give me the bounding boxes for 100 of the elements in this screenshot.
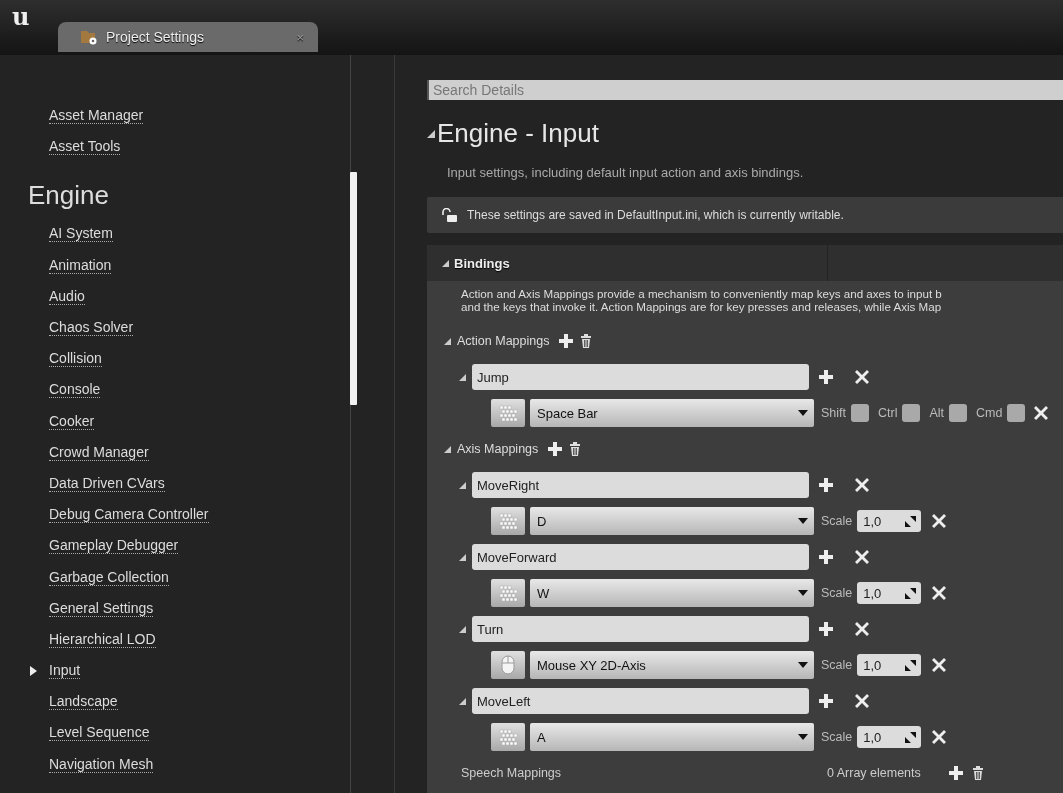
sidebar-link[interactable]: Debug Camera Controller xyxy=(49,506,209,524)
sidebar-link[interactable]: Animation xyxy=(49,256,112,274)
sidebar-link[interactable]: AI System xyxy=(49,225,113,243)
add-icon[interactable] xyxy=(819,370,833,384)
add-icon[interactable] xyxy=(948,766,963,780)
key-dropdown[interactable]: A xyxy=(530,723,814,751)
mapping-name-field[interactable]: MoveForward xyxy=(472,544,809,570)
remove-icon[interactable] xyxy=(932,586,947,600)
expand-icon xyxy=(905,587,917,599)
scrollbar-thumb[interactable] xyxy=(350,172,357,405)
collapse-arrow-icon[interactable] xyxy=(459,697,466,705)
sidebar-link[interactable]: Collision xyxy=(49,350,102,368)
array-count: 0 Array elements xyxy=(827,766,921,780)
remove-icon[interactable] xyxy=(1034,406,1049,420)
scale-field[interactable]: 1,0 xyxy=(857,510,922,532)
keyboard-icon xyxy=(498,584,518,602)
add-icon[interactable] xyxy=(819,622,833,636)
remove-icon[interactable] xyxy=(855,694,869,708)
mouse-icon xyxy=(501,655,515,675)
sidebar-link[interactable]: Garbage Collection xyxy=(49,568,169,586)
sidebar-link[interactable]: Console xyxy=(49,381,101,399)
modifier-label: Ctrl xyxy=(878,406,898,420)
dropdown-caret-icon xyxy=(798,410,808,416)
mapping-name-field[interactable]: MoveLeft xyxy=(472,688,809,714)
scale-field[interactable]: 1,0 xyxy=(857,654,922,676)
remove-icon[interactable] xyxy=(855,478,869,492)
sidebar-link[interactable]: Chaos Solver xyxy=(49,319,134,337)
collapse-arrow-icon[interactable] xyxy=(459,625,466,633)
notice-text: These settings are saved in DefaultInput.ini, which is currently writable. xyxy=(467,208,844,222)
add-icon[interactable] xyxy=(819,550,833,564)
remove-icon[interactable] xyxy=(932,730,947,744)
add-icon[interactable] xyxy=(548,442,563,456)
remove-icon[interactable] xyxy=(855,550,869,564)
checkbox[interactable] xyxy=(1007,404,1026,422)
sidebar-link[interactable]: Asset Tools xyxy=(49,138,121,156)
modifier-label: Shift xyxy=(821,406,846,420)
trash-icon[interactable] xyxy=(970,766,985,780)
modifier-label: Cmd xyxy=(976,406,1003,420)
group-label: Action Mappings xyxy=(457,334,550,348)
expand-icon xyxy=(905,659,917,671)
collapse-arrow-icon[interactable] xyxy=(444,445,451,453)
collapse-arrow-icon[interactable] xyxy=(459,553,466,561)
sidebar-link[interactable]: Asset Manager xyxy=(49,107,144,125)
sidebar-link[interactable]: Gameplay Debugger xyxy=(49,537,179,555)
checkbox[interactable] xyxy=(902,404,921,422)
checkbox[interactable] xyxy=(949,404,968,422)
group-label: Axis Mappings xyxy=(457,442,539,456)
key-dropdown[interactable]: Space Bar xyxy=(530,399,814,427)
sidebar-link[interactable]: Cooker xyxy=(49,412,95,430)
app-logo[interactable]: u xyxy=(12,2,30,31)
scale-field[interactable]: 1,0 xyxy=(857,726,922,748)
add-icon[interactable] xyxy=(819,478,833,492)
scale-label: Scale xyxy=(821,514,853,528)
sidebar-link[interactable]: Level Sequence xyxy=(49,724,150,742)
scale-field[interactable]: 1,0 xyxy=(857,582,922,604)
collapse-arrow-icon[interactable] xyxy=(427,129,435,138)
close-icon[interactable]: × xyxy=(296,29,304,45)
checkbox[interactable] xyxy=(851,404,869,422)
sidebar-link[interactable]: Landscape xyxy=(49,693,118,711)
page-description: Input settings, including default input action and axis bindings. xyxy=(447,165,805,180)
tab[interactable]: Project Settings × xyxy=(58,22,318,52)
dropdown-caret-icon xyxy=(798,734,808,740)
remove-icon[interactable] xyxy=(855,622,869,636)
dropdown-caret-icon xyxy=(798,518,808,524)
remove-icon[interactable] xyxy=(932,658,947,672)
key-dropdown[interactable]: Mouse XY 2D-Axis xyxy=(530,651,814,679)
sidebar-link[interactable]: Hierarchical LOD xyxy=(49,630,156,648)
key-dropdown[interactable]: W xyxy=(530,579,814,607)
trash-icon[interactable] xyxy=(579,334,594,348)
sidebar-link[interactable]: Audio xyxy=(49,287,85,305)
sidebar-link[interactable]: General Settings xyxy=(49,599,154,617)
category-title: Bindings xyxy=(454,255,510,271)
mapping-name-field[interactable]: Turn xyxy=(472,616,809,642)
scale-label: Scale xyxy=(821,658,853,672)
sidebar-link[interactable]: Input xyxy=(49,662,81,680)
property-label: Speech Mappings xyxy=(461,766,563,780)
add-icon[interactable] xyxy=(559,334,574,348)
dropdown-caret-icon xyxy=(798,662,808,668)
page-title: Engine - Input xyxy=(437,118,599,149)
collapse-arrow-icon[interactable] xyxy=(459,481,466,489)
settings-folder-icon xyxy=(80,29,98,45)
sidebar-link[interactable]: Data Driven CVars xyxy=(49,474,165,492)
keyboard-icon xyxy=(498,728,518,746)
scale-label: Scale xyxy=(821,586,853,600)
search-field[interactable]: Search Details xyxy=(427,80,1063,100)
collapse-arrow-icon[interactable] xyxy=(442,259,449,267)
description-line: and the keys that invoke it. Action Mappings are for key presses and releases, while Axis Map xyxy=(461,300,943,313)
mapping-name-field[interactable]: MoveRight xyxy=(472,472,809,498)
remove-icon[interactable] xyxy=(932,514,947,528)
key-dropdown[interactable]: D xyxy=(530,507,814,535)
sidebar-link[interactable]: Crowd Manager xyxy=(49,443,149,461)
sidebar-link[interactable]: Navigation Mesh xyxy=(49,755,154,773)
keyboard-icon xyxy=(498,512,518,530)
mapping-name-field[interactable]: Jump xyxy=(472,364,809,390)
remove-icon[interactable] xyxy=(855,370,869,384)
collapse-arrow-icon[interactable] xyxy=(444,337,451,345)
collapse-arrow-icon[interactable] xyxy=(459,373,466,381)
add-icon[interactable] xyxy=(819,694,833,708)
scale-label: Scale xyxy=(821,730,853,744)
trash-icon[interactable] xyxy=(568,442,583,456)
